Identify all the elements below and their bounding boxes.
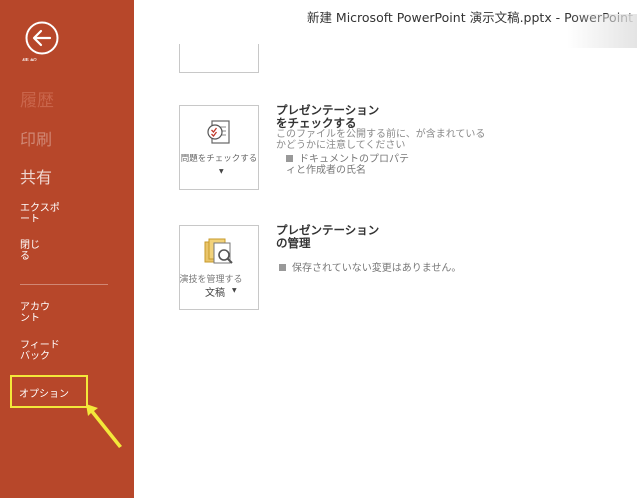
- nav-close[interactable]: 閉じる: [20, 240, 44, 262]
- nav-account[interactable]: アカウント: [20, 302, 54, 324]
- manage-presentation-tile[interactable]: 演技を管理する 文稿 ▼: [179, 225, 259, 310]
- inspect-bullet2-text: ィと作成者の氏名: [286, 165, 366, 176]
- nav-print[interactable]: 印刷: [20, 126, 52, 150]
- manage-dropdown-icon: ▼: [232, 287, 237, 294]
- backstage-sidebar: 情報 履歴 印刷 共有 エクスポート 閉じる アカウント フィードバック オプシ…: [0, 0, 134, 498]
- inspect-description: このファイルを公開する前に、が含まれているかどうかに注意してください: [276, 129, 486, 151]
- nav-share[interactable]: 共有: [20, 164, 52, 188]
- back-caption: 情報: [22, 57, 62, 61]
- bullet-square-icon: [279, 264, 286, 271]
- title-smudge: [567, 14, 637, 48]
- options-highlight-box: [10, 375, 88, 408]
- title-bar: 新建 Microsoft PowerPoint 演示文稿.pptx - Powe…: [134, 0, 637, 48]
- inspect-presentation-tile[interactable]: 問題をチェックする ▼: [179, 105, 259, 190]
- manage-bullet-no-changes: 保存されていない変更はありません。: [279, 259, 461, 274]
- nav-divider: [20, 284, 108, 285]
- manage-versions-icon: [204, 238, 233, 264]
- check-issues-icon: [207, 120, 230, 144]
- nav-history[interactable]: 履歴: [20, 86, 54, 111]
- manage-heading: プレゼンテーション の管理: [276, 224, 416, 250]
- nav-export[interactable]: エクスポート: [20, 203, 68, 225]
- protect-presentation-tile[interactable]: [179, 44, 259, 73]
- inspect-bullet-author: ィと作成者の氏名: [286, 161, 366, 176]
- nav-feedback[interactable]: フィードバック: [20, 340, 62, 362]
- manage-heading-line2: の管理: [276, 236, 311, 250]
- manage-tile-caption: 文稿: [205, 288, 225, 299]
- inspect-heading-line1: プレゼンテーション: [276, 103, 380, 117]
- inspect-heading: プレゼンテーション をチェックする: [276, 104, 416, 130]
- back-button[interactable]: [25, 21, 59, 55]
- inspect-dropdown-icon: ▼: [219, 168, 224, 175]
- back-arrow-icon: [25, 21, 59, 55]
- inspect-heading-line2: をチェックする: [276, 116, 357, 130]
- pointer-arrow-icon: [86, 404, 122, 448]
- manage-bullet-text: 保存されていない変更はありません。: [292, 263, 462, 274]
- inspect-tile-label: 問題をチェックする: [180, 154, 258, 164]
- manage-heading-line1: プレゼンテーション: [276, 223, 380, 237]
